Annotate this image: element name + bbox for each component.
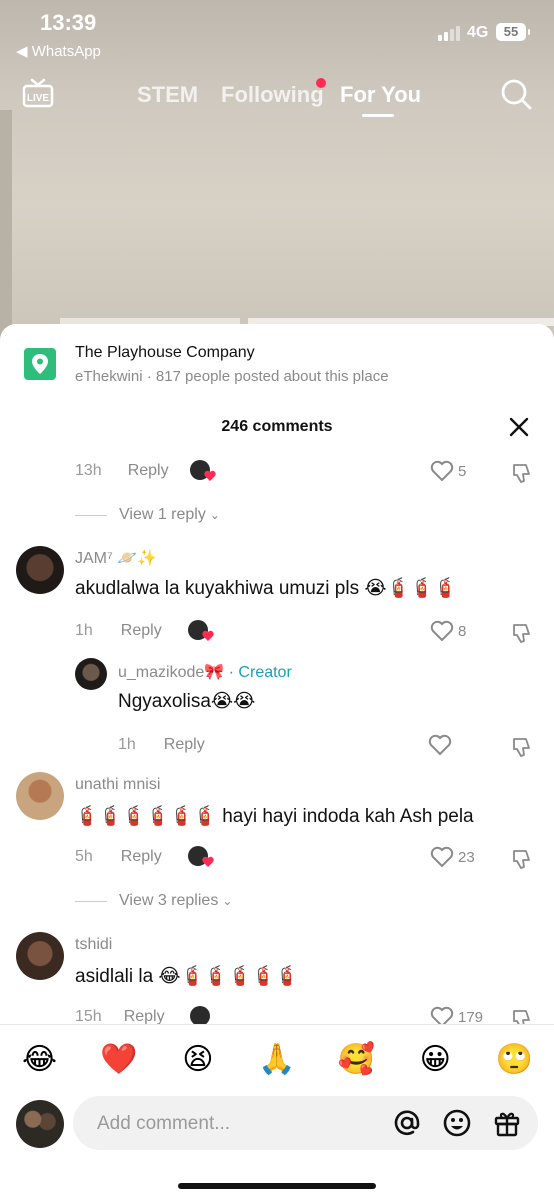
- comment-text: asidlali la 😂🧯🧯🧯🧯🧯: [75, 966, 299, 987]
- reply-username[interactable]: u_mazikode🎀 · Creator: [118, 662, 292, 682]
- like-count: 179: [458, 1008, 484, 1025]
- comment-meta: 13h Reply: [75, 462, 169, 480]
- avatar[interactable]: [75, 658, 107, 690]
- like-button[interactable]: 5: [430, 460, 466, 482]
- back-to-app-link[interactable]: ◀ WhatsApp: [16, 42, 101, 60]
- creator-badge: · Creator: [228, 664, 292, 681]
- search-icon[interactable]: [500, 78, 532, 110]
- heart-outline-icon: [430, 620, 454, 642]
- comment-username[interactable]: JAM⁷ 🪐✨: [75, 548, 157, 568]
- avatar[interactable]: [16, 772, 64, 820]
- heart-outline-icon[interactable]: [428, 734, 452, 756]
- dislike-icon[interactable]: [510, 848, 532, 870]
- battery-icon: 55: [496, 23, 530, 41]
- comment-composer: [0, 1096, 554, 1156]
- emoji-button-pray[interactable]: 🙏: [256, 1038, 298, 1080]
- network-type: 4G: [467, 24, 489, 41]
- tab-following[interactable]: Following: [221, 82, 324, 108]
- status-bar: 13:39 ◀ WhatsApp 4G 55: [0, 0, 554, 60]
- like-button[interactable]: 179: [430, 1006, 483, 1024]
- view-replies-button[interactable]: View 1 reply ⌄: [75, 506, 220, 524]
- reply-text: Ngyaxolisa😭😭: [118, 691, 256, 712]
- emoji-button-eyeroll[interactable]: 🙄: [493, 1038, 535, 1080]
- place-subtitle: eThekwini · 817 people posted about this…: [75, 368, 389, 385]
- reply-button[interactable]: Reply: [121, 848, 162, 866]
- heart-outline-icon: [430, 846, 454, 868]
- comments-count-title: 246 comments: [221, 418, 333, 435]
- view-replies-label: View 1 reply: [119, 506, 206, 523]
- quick-emoji-bar: 😂 ❤️ 😫 🙏 🥰 😀 🙄: [0, 1036, 554, 1082]
- emoji-button-grin[interactable]: 😀: [414, 1038, 456, 1080]
- comment-text: 🧯🧯🧯🧯🧯🧯 hayi hayi indoda kah Ash pela: [75, 806, 474, 827]
- gift-icon[interactable]: [491, 1107, 523, 1139]
- comment-time: 13h: [75, 462, 102, 479]
- signal-icon: [438, 26, 460, 41]
- reply-button[interactable]: Reply: [164, 736, 205, 754]
- chevron-down-icon: ⌄: [209, 508, 220, 522]
- location-pin-icon: [24, 348, 56, 380]
- view-replies-button[interactable]: View 3 replies ⌄: [75, 892, 232, 910]
- username-text: u_mazikode🎀: [118, 664, 225, 681]
- dislike-icon[interactable]: [510, 1008, 532, 1024]
- dislike-icon[interactable]: [510, 462, 532, 484]
- comment-username[interactable]: tshidi: [75, 936, 112, 954]
- comment-meta: 15h Reply: [75, 1008, 165, 1024]
- heart-icon: [204, 470, 216, 481]
- my-avatar[interactable]: [16, 1100, 64, 1148]
- emoji-button-love[interactable]: 🥰: [335, 1038, 377, 1080]
- heart-icon: [202, 856, 214, 867]
- like-button[interactable]: 23: [430, 846, 475, 868]
- svg-text:LIVE: LIVE: [27, 93, 50, 104]
- avatar[interactable]: [16, 932, 64, 980]
- like-count: 5: [458, 462, 467, 480]
- emoji-picker-icon[interactable]: [441, 1107, 473, 1139]
- comment-input[interactable]: [95, 1096, 369, 1152]
- comment-meta: 1h Reply: [75, 622, 162, 640]
- divider: [0, 1024, 554, 1025]
- divider-line: [75, 514, 107, 516]
- creator-liked-avatar: [190, 1006, 210, 1024]
- comment-text: akudlalwa la kuyakhiwa umuzi pls 😭🧯🧯🧯: [75, 578, 458, 599]
- reply-button[interactable]: Reply: [128, 462, 169, 480]
- emoji-button-heart[interactable]: ❤️: [98, 1038, 140, 1080]
- active-tab-indicator: [362, 114, 394, 117]
- comment-meta: 5h Reply: [75, 848, 162, 866]
- dislike-icon[interactable]: [510, 622, 532, 644]
- comment-time: 15h: [75, 1008, 102, 1024]
- heart-outline-icon: [430, 1006, 454, 1024]
- reply-button[interactable]: Reply: [124, 1008, 165, 1024]
- close-icon[interactable]: [508, 416, 530, 438]
- like-count: 23: [458, 848, 475, 866]
- place-name: The Playhouse Company: [75, 344, 255, 361]
- reply-button[interactable]: Reply: [121, 622, 162, 640]
- emoji-button-joy[interactable]: 😂: [19, 1038, 61, 1080]
- emoji-button-tired[interactable]: 😫: [177, 1038, 219, 1080]
- top-navigation: LIVE STEM Following For You: [0, 70, 554, 120]
- comment-username[interactable]: unathi mnisi: [75, 776, 160, 794]
- mention-icon[interactable]: [391, 1107, 423, 1139]
- comment-time: 1h: [75, 622, 93, 639]
- heart-icon: [202, 630, 214, 641]
- view-replies-label: View 3 replies: [119, 892, 219, 909]
- heart-outline-icon: [430, 460, 454, 482]
- avatar[interactable]: [16, 546, 64, 594]
- dislike-icon[interactable]: [510, 736, 532, 758]
- comment-time: 5h: [75, 848, 93, 865]
- live-icon[interactable]: LIVE: [22, 78, 54, 108]
- place-anchor[interactable]: The Playhouse Company eThekwini · 817 pe…: [24, 344, 534, 388]
- like-button[interactable]: 8: [430, 620, 466, 642]
- comment-input-container[interactable]: [73, 1096, 538, 1152]
- reply-meta: 1h Reply: [118, 736, 205, 754]
- tab-for-you[interactable]: For You: [340, 82, 421, 108]
- tab-stem[interactable]: STEM: [137, 82, 198, 108]
- wall-edge: [0, 110, 12, 340]
- comment-time: 1h: [118, 736, 136, 753]
- divider-line: [75, 900, 107, 902]
- home-indicator[interactable]: [178, 1183, 376, 1189]
- status-time: 13:39: [40, 10, 97, 35]
- comment-list[interactable]: 13h Reply 5 View 1 reply ⌄ JAM⁷ 🪐✨ akudl…: [0, 458, 554, 1024]
- notification-dot: [316, 78, 326, 88]
- chevron-down-icon: ⌄: [222, 894, 233, 908]
- like-count: 8: [458, 622, 467, 640]
